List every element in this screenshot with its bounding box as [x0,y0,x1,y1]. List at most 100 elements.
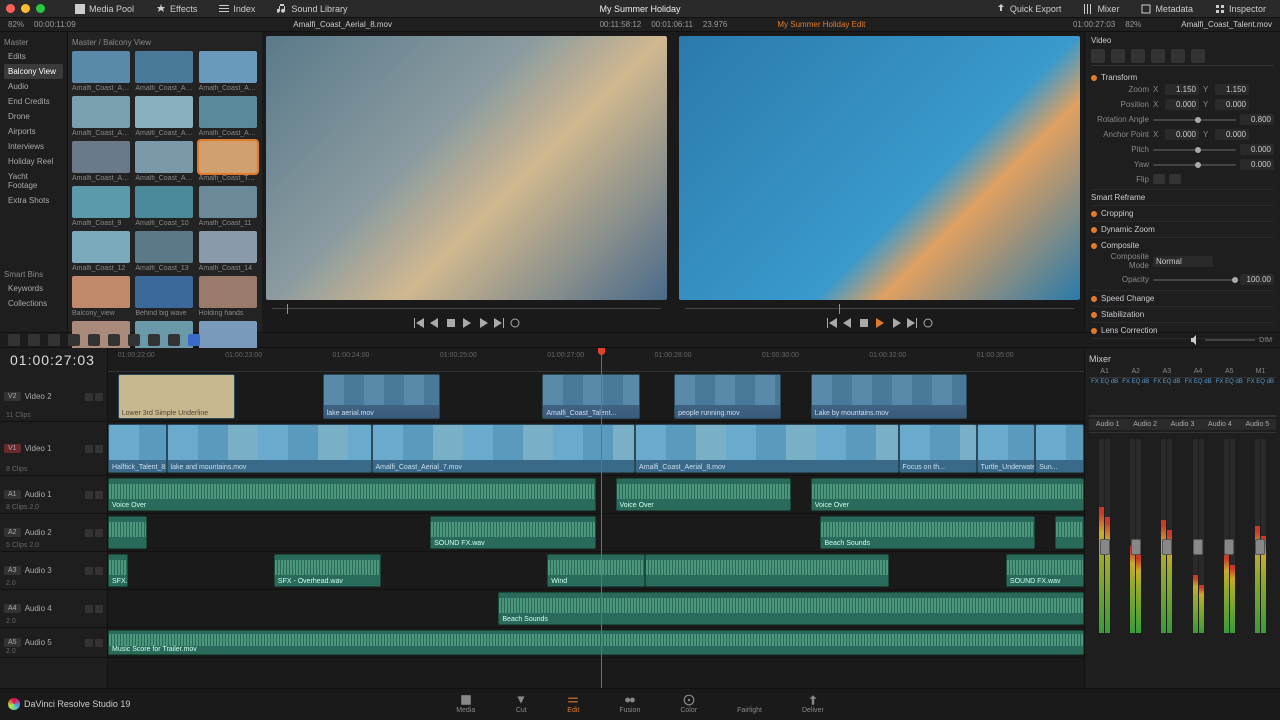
mixer-fx-slot[interactable]: FX EQ dB [1245,379,1276,385]
mixer-channel-label[interactable]: A1 [1089,368,1120,375]
last-frame-icon[interactable] [494,318,504,328]
stop-icon[interactable] [446,318,456,328]
page-tab-fusion[interactable]: Fusion [619,694,640,714]
clip[interactable] [108,516,147,549]
index-tab[interactable]: Index [211,2,263,16]
bin-item[interactable]: Audio [4,79,63,94]
track-a2[interactable]: SOUND FX.wav Beach Sounds [108,514,1084,552]
speaker-icon[interactable] [1191,335,1201,345]
media-thumb[interactable]: Amalfi_Coast_Aerial_4 [72,96,130,137]
mixer-channel-label[interactable]: A2 [1120,368,1151,375]
tool-link-icon[interactable] [148,334,160,346]
smartbin-item[interactable]: Collections [4,296,63,311]
media-thumb[interactable]: Holding hands [199,276,257,317]
inspector-tab-label[interactable]: Video [1091,36,1274,47]
clip[interactable]: lake and mountains.mov [167,424,372,473]
inspector-section-header[interactable]: Dynamic Zoom [1091,225,1274,234]
media-thumb[interactable]: Amalfi_Coast_13 [135,231,193,272]
page-tab-fairlight[interactable]: Fairlight [737,694,762,714]
track-header-a3[interactable]: A3Audio 3 [0,552,107,590]
inspector-tab-audio-icon[interactable] [1111,49,1125,63]
mixer-track-name[interactable]: Audio 1 [1089,419,1126,430]
bin-item[interactable]: End Credits [4,94,63,109]
tool-overwrite-icon[interactable] [88,334,100,346]
prev-frame-icon[interactable] [430,318,440,328]
bin-item[interactable]: Edits [4,49,63,64]
media-thumb[interactable]: Amalfi_Coast_Aerial_3 [199,51,257,92]
page-tab-edit[interactable]: Edit [567,694,579,714]
track-a5[interactable]: Music Score for Trailer.mov [108,628,1084,658]
media-thumb[interactable]: Amalfi_Coast_Aerial_2 [135,51,193,92]
mute-icon[interactable] [95,529,103,537]
clip[interactable]: Sun... [1035,424,1084,473]
mixer-track-name[interactable]: Audio 2 [1126,419,1163,430]
track-v1[interactable]: Halftick_Talent_8...lake and mountains.m… [108,422,1084,476]
fader-handle[interactable] [1224,539,1234,555]
window-max-icon[interactable] [36,4,45,13]
timeline-timecode[interactable]: 01:00:27:03 [0,348,107,372]
media-thumb[interactable]: Amalfi_Coast_Aerial_1 [72,51,130,92]
last-frame-icon[interactable] [907,318,917,328]
clip[interactable]: Music Score for Trailer.mov [108,630,1084,655]
opacity-input[interactable]: 100.00 [1240,274,1274,285]
page-tab-deliver[interactable]: Deliver [802,694,824,714]
media-thumb[interactable]: Amalfi_Coast_10 [135,186,193,227]
clip[interactable]: Voice Over [616,478,792,511]
bin-item[interactable]: Extra Shots [4,193,63,208]
clip[interactable]: Voice Over [811,478,1084,511]
fader-handle[interactable] [1131,539,1141,555]
inspector-tab-image-icon[interactable] [1171,49,1185,63]
tool-trim-icon[interactable] [28,334,40,346]
media-thumb[interactable]: Amalfi_Coast_Aerial_5 [135,96,193,137]
rec-clipname[interactable]: Amalfi_Coast_Talent.mov [1181,20,1272,29]
inspector-section-header[interactable]: Stabilization [1091,310,1274,319]
timeline-ruler[interactable]: 01:00:22:0001:00:23:0001:00:24:0001:00:2… [108,348,1084,372]
page-tab-color[interactable]: Color [680,694,697,714]
anchor-x-input[interactable]: 0.000 [1165,129,1199,140]
bin-item[interactable]: Yacht Footage [4,169,63,193]
tool-replace-icon[interactable] [108,334,120,346]
clip[interactable]: Beach Sounds [820,516,1035,549]
lock-icon[interactable] [85,393,93,401]
src-zoom[interactable]: 82% [8,20,24,29]
lock-icon[interactable] [85,567,93,575]
pitch-input[interactable]: 0.000 [1240,144,1274,155]
inspector-section-header[interactable]: Composite [1091,241,1274,250]
play-icon[interactable] [875,318,885,328]
mixer-fx-slot[interactable]: FX EQ dB [1089,379,1120,385]
rotation-slider[interactable] [1153,119,1236,121]
first-frame-icon[interactable] [414,318,424,328]
playhead[interactable] [601,348,602,688]
bin-item[interactable]: Balcony View [4,64,63,79]
clip[interactable]: SOUND FX.wav [430,516,596,549]
timeline-name[interactable]: My Summer Holiday Edit [777,20,865,29]
metadata-tab[interactable]: Metadata [1133,2,1201,16]
inspector-tab-video-icon[interactable] [1091,49,1105,63]
mixer-tab[interactable]: Mixer [1075,2,1127,16]
mute-icon[interactable] [95,491,103,499]
bin-item[interactable]: Holiday Reel [4,154,63,169]
rec-zoom[interactable]: 82% [1125,20,1141,29]
timeline-body[interactable]: 01:00:22:0001:00:23:0001:00:24:0001:00:2… [108,348,1084,688]
mixer-channel-label[interactable]: M1 [1245,368,1276,375]
opacity-slider[interactable] [1153,279,1236,281]
inspector-tab-effects-icon[interactable] [1131,49,1145,63]
clip[interactable]: Focus on th... [899,424,977,473]
media-thumb[interactable]: Amalfi_Coast_9 [72,186,130,227]
lock-icon[interactable] [85,529,93,537]
clip[interactable]: SFX - Overhead.wav [274,554,381,587]
media-thumb[interactable]: Amalfi_Coast_Aerial_8 [135,141,193,182]
stop-icon[interactable] [859,318,869,328]
lock-icon[interactable] [85,639,93,647]
media-thumb[interactable]: Amalfi_Coast_14 [199,231,257,272]
first-frame-icon[interactable] [827,318,837,328]
mixer-track-name[interactable]: Audio 5 [1239,419,1276,430]
pitch-slider[interactable] [1153,149,1236,151]
yaw-input[interactable]: 0.000 [1240,159,1274,170]
inspector-section-header[interactable]: Speed Change [1091,294,1274,303]
pos-y-input[interactable]: 0.000 [1215,99,1249,110]
page-tab-media[interactable]: Media [456,694,475,714]
fader-handle[interactable] [1100,539,1110,555]
tool-insert-icon[interactable] [68,334,80,346]
mixer-fx-slot[interactable]: FX EQ dB [1120,379,1151,385]
